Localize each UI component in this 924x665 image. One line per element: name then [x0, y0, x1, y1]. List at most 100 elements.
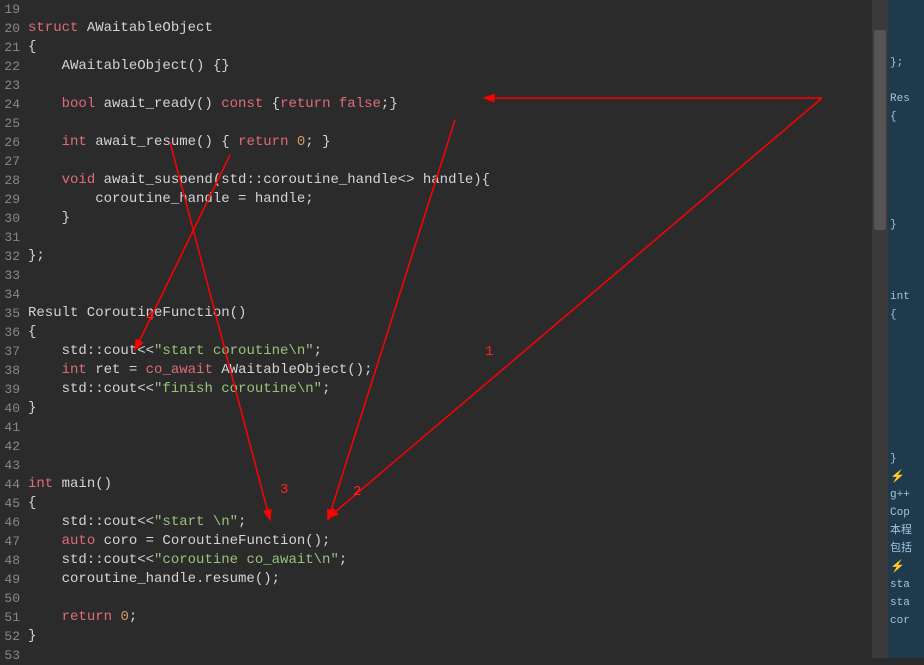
code-line[interactable]	[28, 456, 872, 475]
code-line[interactable]	[28, 437, 872, 456]
code-token: AWaitableObject() {}	[28, 58, 230, 74]
code-token: ; }	[305, 134, 330, 150]
minimap-line	[888, 558, 924, 576]
code-line[interactable]	[28, 266, 872, 285]
minimap-line	[888, 324, 924, 342]
code-line[interactable]: bool await_ready() const {return false;}	[28, 95, 872, 114]
line-number-gutter: 1920212223242526272829303132333435363738…	[0, 0, 28, 658]
minimap-line: };	[888, 54, 924, 72]
minimap-line: {	[888, 108, 924, 126]
code-line[interactable]: void await_suspend(std::coroutine_handle…	[28, 171, 872, 190]
code-token	[28, 609, 62, 625]
code-line[interactable]: std::cout<<"finish coroutine\n";	[28, 380, 872, 399]
minimap-line	[888, 414, 924, 432]
code-line[interactable]: int ret = co_await AWaitableObject();	[28, 361, 872, 380]
code-line[interactable]: std::cout<<"start \n";	[28, 513, 872, 532]
code-token: std::cout<<	[28, 514, 154, 530]
minimap-line: {	[888, 306, 924, 324]
code-line[interactable]: struct AWaitableObject	[28, 19, 872, 38]
scrollbar-thumb[interactable]	[874, 30, 886, 230]
code-line[interactable]: std::cout<<"start coroutine\n";	[28, 342, 872, 361]
code-line[interactable]	[28, 285, 872, 304]
line-number: 40	[0, 399, 20, 418]
line-number: 23	[0, 76, 20, 95]
minimap[interactable]: };Res{}int{}g++Cop本程包括stastacor	[888, 0, 924, 658]
code-line[interactable]: {	[28, 494, 872, 513]
minimap-line	[888, 0, 924, 18]
code-line[interactable]: }	[28, 399, 872, 418]
code-line[interactable]: Result CoroutineFunction()	[28, 304, 872, 323]
code-line[interactable]	[28, 646, 872, 665]
code-line[interactable]: std::cout<<"coroutine co_await\n";	[28, 551, 872, 570]
line-number: 30	[0, 209, 20, 228]
code-line[interactable]	[28, 76, 872, 95]
line-number: 38	[0, 361, 20, 380]
minimap-line	[888, 342, 924, 360]
line-number: 32	[0, 247, 20, 266]
minimap-line	[888, 72, 924, 90]
code-line[interactable]	[28, 0, 872, 19]
minimap-line	[888, 252, 924, 270]
code-line[interactable]	[28, 114, 872, 133]
code-line[interactable]: {	[28, 38, 872, 57]
line-number: 53	[0, 646, 20, 665]
vertical-scrollbar[interactable]	[872, 0, 888, 658]
minimap-line	[888, 396, 924, 414]
code-token: std::cout<<	[28, 381, 154, 397]
code-token	[28, 96, 62, 112]
code-token: ;	[322, 381, 330, 397]
code-area[interactable]: struct AWaitableObject{ AWaitableObject(…	[28, 0, 872, 658]
code-token: std::cout<<	[28, 552, 154, 568]
minimap-line	[888, 18, 924, 36]
line-number: 20	[0, 19, 20, 38]
code-line[interactable]: return 0;	[28, 608, 872, 627]
code-token: ;	[129, 609, 137, 625]
code-line[interactable]	[28, 418, 872, 437]
line-number: 46	[0, 513, 20, 532]
code-line[interactable]	[28, 589, 872, 608]
line-number: 39	[0, 380, 20, 399]
code-line[interactable]: }	[28, 209, 872, 228]
minimap-line	[888, 36, 924, 54]
minimap-line	[888, 432, 924, 450]
code-line[interactable]: int await_resume() { return 0; }	[28, 133, 872, 152]
code-line[interactable]: {	[28, 323, 872, 342]
code-line[interactable]: AWaitableObject() {}	[28, 57, 872, 76]
minimap-line: sta	[888, 594, 924, 612]
code-token: await_resume() {	[87, 134, 238, 150]
code-token: {	[263, 96, 280, 112]
code-line[interactable]: int main()	[28, 475, 872, 494]
code-token: int	[62, 134, 87, 150]
minimap-line	[888, 162, 924, 180]
line-number: 43	[0, 456, 20, 475]
code-token	[28, 362, 62, 378]
code-token	[331, 96, 339, 112]
minimap-line: Res	[888, 90, 924, 108]
code-token: coroutine_handle = handle;	[28, 191, 314, 207]
code-line[interactable]: auto coro = CoroutineFunction();	[28, 532, 872, 551]
code-token: AWaitableObject();	[213, 362, 373, 378]
code-token: };	[28, 248, 45, 264]
code-line[interactable]: coroutine_handle = handle;	[28, 190, 872, 209]
code-editor[interactable]: 1920212223242526272829303132333435363738…	[0, 0, 872, 658]
code-line[interactable]: coroutine_handle.resume();	[28, 570, 872, 589]
minimap-line: sta	[888, 576, 924, 594]
line-number: 21	[0, 38, 20, 57]
minimap-line: }	[888, 450, 924, 468]
code-token: const	[221, 96, 263, 112]
line-number: 36	[0, 323, 20, 342]
code-token	[288, 134, 296, 150]
line-number: 28	[0, 171, 20, 190]
code-line[interactable]: }	[28, 627, 872, 646]
code-token: "coroutine co_await\n"	[154, 552, 339, 568]
minimap-line	[888, 180, 924, 198]
code-token: struct	[28, 20, 78, 36]
code-line[interactable]	[28, 152, 872, 171]
line-number: 52	[0, 627, 20, 646]
line-number: 42	[0, 437, 20, 456]
code-token: ret =	[87, 362, 146, 378]
code-line[interactable]	[28, 228, 872, 247]
code-token: int	[28, 476, 53, 492]
code-line[interactable]: };	[28, 247, 872, 266]
line-number: 50	[0, 589, 20, 608]
